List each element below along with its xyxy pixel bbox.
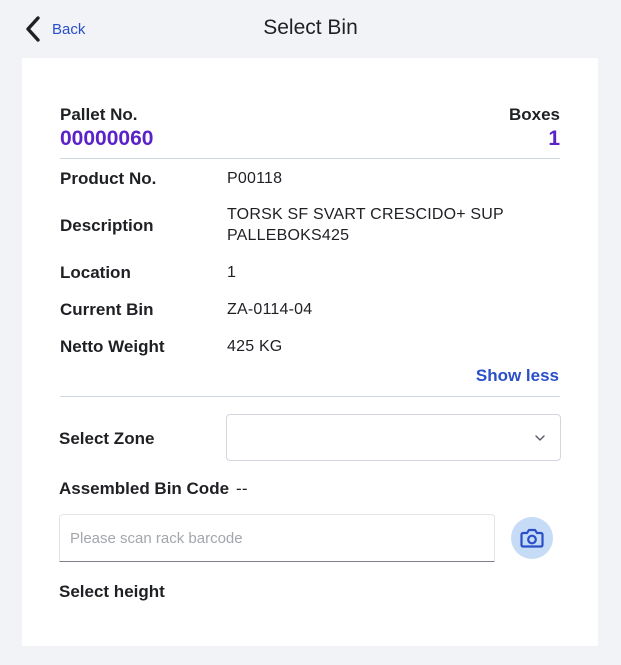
description-line-1: TORSK SF SVART CRESCIDO+ SUP <box>227 206 504 223</box>
select-zone-label: Select Zone <box>59 429 155 448</box>
rack-barcode-input[interactable] <box>59 514 495 562</box>
description-label: Description <box>60 216 154 235</box>
pallet-no-label: Pallet No. <box>60 105 138 124</box>
camera-button[interactable] <box>511 517 553 559</box>
boxes-value: 1 <box>548 127 560 150</box>
location-value: 1 <box>227 264 237 281</box>
divider-top <box>60 158 560 159</box>
assembled-bin-code-value: -- <box>236 479 248 498</box>
page-title: Select Bin <box>263 16 358 39</box>
location-label: Location <box>60 263 131 282</box>
current-bin-label: Current Bin <box>60 300 154 319</box>
netto-weight-value: 425 KG <box>227 338 283 355</box>
zone-select[interactable] <box>226 414 561 461</box>
current-bin-value: ZA-0114-04 <box>227 301 313 318</box>
assembled-bin-code-label: Assembled Bin Code <box>59 479 230 498</box>
show-less-link[interactable]: Show less <box>476 366 559 386</box>
description-line-2: PALLEBOKS425 <box>227 227 350 244</box>
netto-weight-label: Netto Weight <box>60 337 165 356</box>
product-no-value: P00118 <box>227 170 283 187</box>
header: Back Select Bin <box>0 0 621 58</box>
bin-card: Pallet No. 00000060 Boxes 1 Product No. … <box>22 58 598 646</box>
divider-bottom <box>60 396 560 397</box>
chevron-down-icon <box>535 435 545 441</box>
select-height-label: Select height <box>59 582 165 601</box>
product-no-label: Product No. <box>60 169 157 188</box>
pallet-no-value: 00000060 <box>60 127 154 150</box>
camera-icon <box>520 528 544 548</box>
boxes-label: Boxes <box>508 105 560 124</box>
